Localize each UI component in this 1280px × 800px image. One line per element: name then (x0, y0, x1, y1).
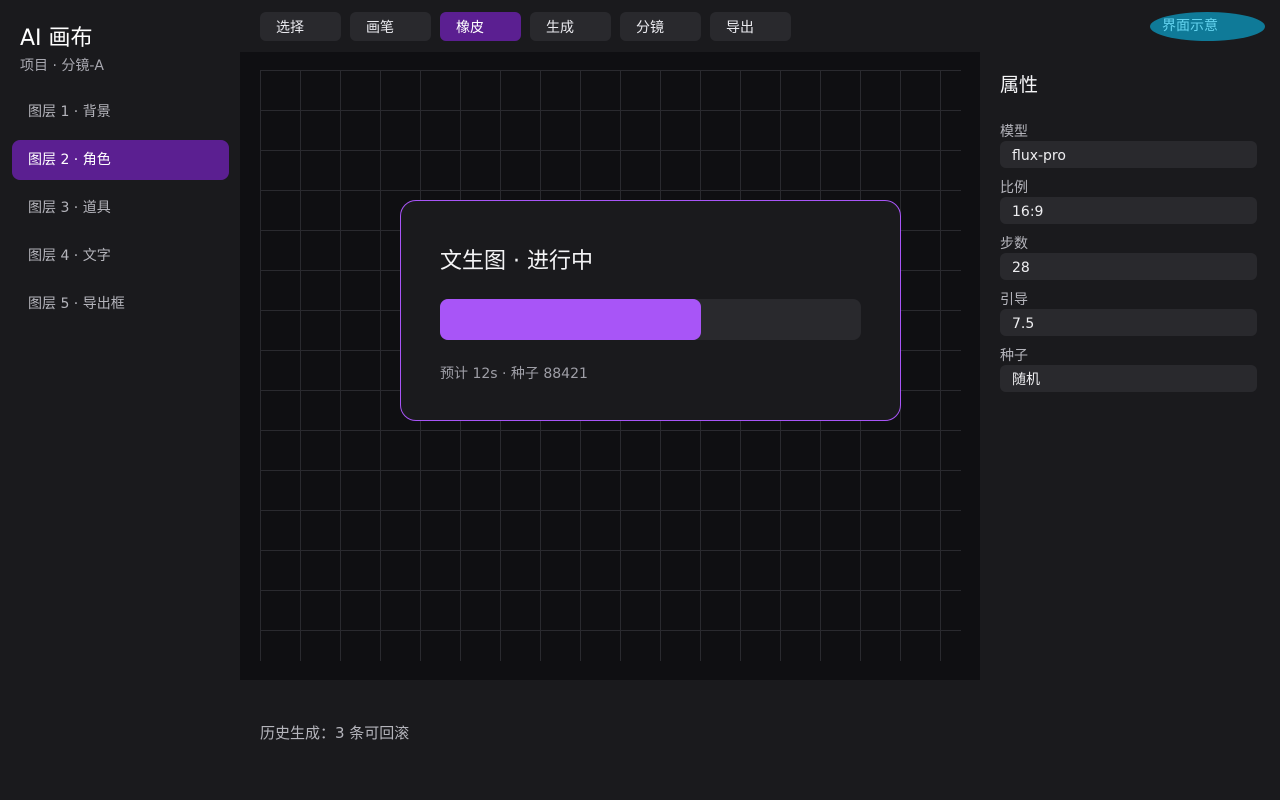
progress-fill (440, 299, 702, 340)
eraser-tool-button[interactable]: 橡皮 (440, 12, 521, 41)
steps-field[interactable]: 28 (1000, 253, 1257, 280)
steps-label: 步数 (1000, 236, 1028, 252)
generation-title: 文生图 · 进行中 (440, 249, 593, 274)
app-title: AI 画布 (20, 26, 93, 51)
properties-title: 属性 (1000, 74, 1039, 96)
layer-item-5[interactable]: 图层 5 · 导出框 (12, 284, 229, 324)
storyboard-tool-button[interactable]: 分镜 (620, 12, 701, 41)
ui-demo-badge: 界面示意 (1150, 12, 1265, 41)
model-field[interactable]: flux-pro (1000, 141, 1257, 168)
layer-item-1[interactable]: 图层 1 · 背景 (12, 92, 229, 132)
properties-panel: 属性 模型 flux-pro 比例 16:9 步数 28 引导 7.5 种子 随… (1000, 70, 1257, 403)
export-tool-button[interactable]: 导出 (710, 12, 791, 41)
layer-item-4[interactable]: 图层 4 · 文字 (12, 236, 229, 276)
model-label: 模型 (1000, 124, 1028, 140)
seed-field[interactable]: 随机 (1000, 365, 1257, 392)
generation-meta: 预计 12s · 种子 88421 (440, 366, 588, 382)
sidebar: AI 画布 项目 · 分镜-A 图层 1 · 背景 图层 2 · 角色 图层 3… (0, 0, 240, 800)
progress-track (440, 299, 861, 340)
select-tool-button[interactable]: 选择 (260, 12, 341, 41)
layer-item-3[interactable]: 图层 3 · 道具 (12, 188, 229, 228)
seed-label: 种子 (1000, 348, 1028, 364)
project-name: 项目 · 分镜-A (20, 58, 104, 74)
generate-tool-button[interactable]: 生成 (530, 12, 611, 41)
ratio-label: 比例 (1000, 180, 1028, 196)
layer-item-2[interactable]: 图层 2 · 角色 (12, 140, 229, 180)
guidance-field[interactable]: 7.5 (1000, 309, 1257, 336)
layer-list: 图层 1 · 背景 图层 2 · 角色 图层 3 · 道具 图层 4 · 文字 … (12, 92, 229, 332)
guidance-label: 引导 (1000, 292, 1028, 308)
generation-progress-card: 文生图 · 进行中 预计 12s · 种子 88421 (400, 200, 901, 421)
canvas[interactable]: 文生图 · 进行中 预计 12s · 种子 88421 (240, 52, 980, 680)
ratio-field[interactable]: 16:9 (1000, 197, 1257, 224)
history-status[interactable]: 历史生成：3 条可回滚 (260, 722, 409, 743)
brush-tool-button[interactable]: 画笔 (350, 12, 431, 41)
